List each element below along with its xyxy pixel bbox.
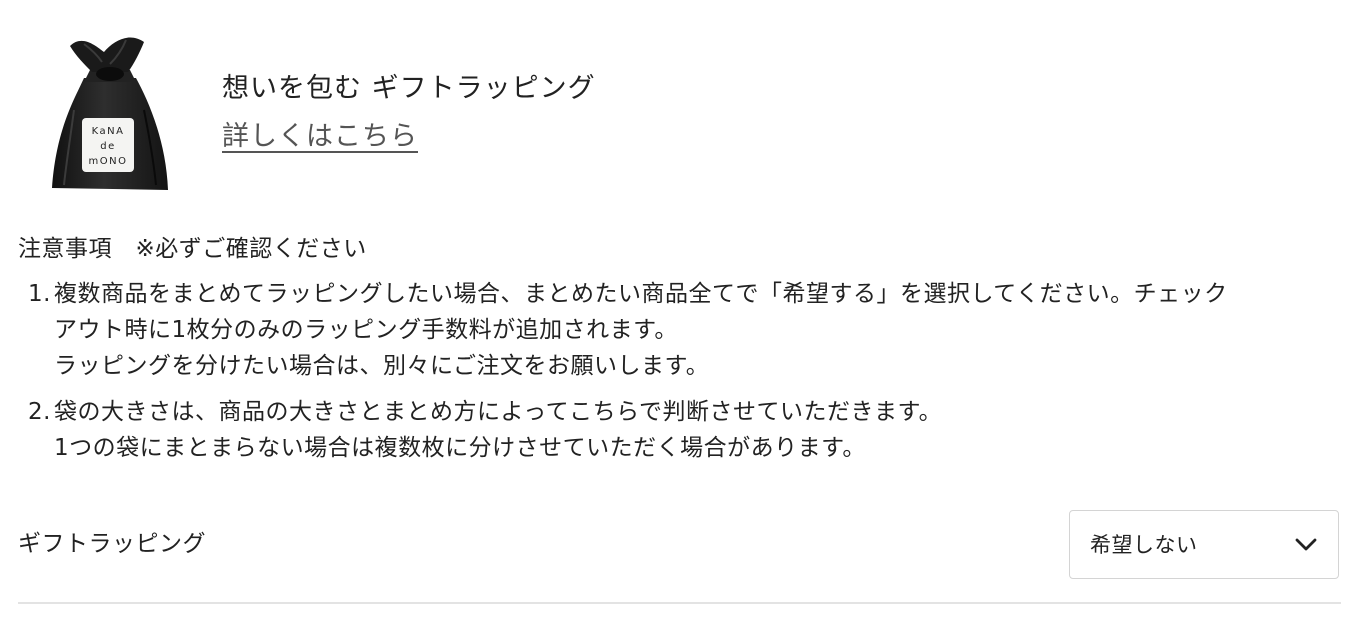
bag-tag-line1: KaNA [92,126,125,137]
notice-item-number: 1. [28,281,51,307]
notice-item: 1. 複数商品をまとめてラッピングしたい場合、まとめたい商品全てで「希望する」を… [18,276,1338,384]
bag-tag-line2: de [100,141,116,152]
notice-item: 2. 袋の大きさは、商品の大きさとまとめ方によってこちらで判断させていただきます… [18,394,1338,466]
notice-heading: 注意事項 ※必ずご確認ください [18,236,367,262]
gift-wrapping-selected-value: 希望しない [1090,533,1198,557]
gift-wrapping-label: ギフトラッピング [18,531,206,557]
gift-wrapping-select[interactable]: 希望しない [1069,510,1339,579]
notice-item-text: 複数商品をまとめてラッピングしたい場合、まとめたい商品全てで「希望する」を選択し… [54,281,1228,307]
notice-list: 1. 複数商品をまとめてラッピングしたい場合、まとめたい商品全てで「希望する」を… [18,276,1338,476]
notice-item-text: 袋の大きさは、商品の大きさとまとめ方によってこちらで判断させていただきます。 [54,399,943,425]
notice-item-text: ラッピングを分けたい場合は、別々にご注文をお願いします。 [54,353,710,379]
details-link[interactable]: 詳しくはこちら [222,118,418,156]
notice-item-text: 1つの袋にまとまらない場合は複数枚に分けさせていただく場合があります。 [54,435,866,461]
section-divider [18,602,1341,604]
gift-wrapping-promo: KaNA de mONO 想いを包む ギフトラッピング 詳しくはこちら [44,30,644,195]
bag-tag-line3: mONO [89,156,128,167]
notice-item-number: 2. [28,399,51,425]
promo-title: 想いを包む ギフトラッピング [222,73,596,104]
notice-item-text: アウト時に1枚分のみのラッピング手数料が追加されます。 [54,317,678,343]
gift-bag-image: KaNA de mONO [52,37,168,190]
chevron-down-icon [1295,538,1317,551]
